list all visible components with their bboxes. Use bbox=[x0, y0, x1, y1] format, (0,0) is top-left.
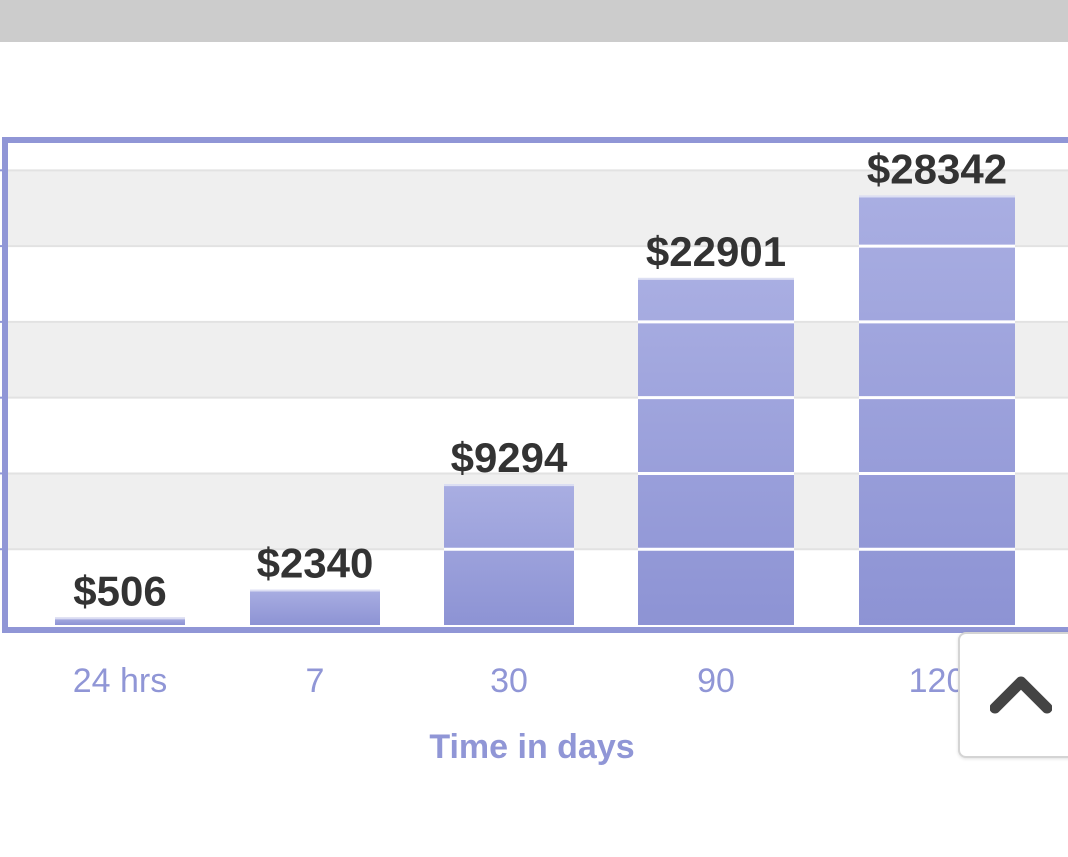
data-label: $2340 bbox=[257, 540, 374, 587]
chevron-up-icon bbox=[990, 676, 1052, 714]
data-label: $9294 bbox=[451, 434, 568, 481]
data-label: $506 bbox=[73, 567, 166, 614]
bar bbox=[638, 277, 794, 625]
x-tick-label: 24 hrs bbox=[73, 662, 168, 700]
data-label: $22901 bbox=[646, 228, 786, 275]
data-label: $28342 bbox=[867, 145, 1007, 192]
bar-chart: $506 $2340 $9294 $22901 $28342 24 hrs 7 30 90 12… bbox=[0, 137, 1068, 766]
x-tick-label: 120 bbox=[909, 662, 966, 700]
x-tick-label: 7 bbox=[306, 662, 325, 700]
bar bbox=[444, 484, 574, 625]
scroll-to-top-button[interactable] bbox=[958, 632, 1068, 758]
x-tick-label: 90 bbox=[697, 662, 735, 700]
x-tick-label: 30 bbox=[490, 662, 528, 700]
bar bbox=[859, 195, 1015, 625]
bar bbox=[250, 589, 380, 625]
x-tick-labels: 24 hrs 7 30 90 120 bbox=[73, 662, 966, 700]
x-axis-title: Time in days bbox=[429, 728, 634, 766]
